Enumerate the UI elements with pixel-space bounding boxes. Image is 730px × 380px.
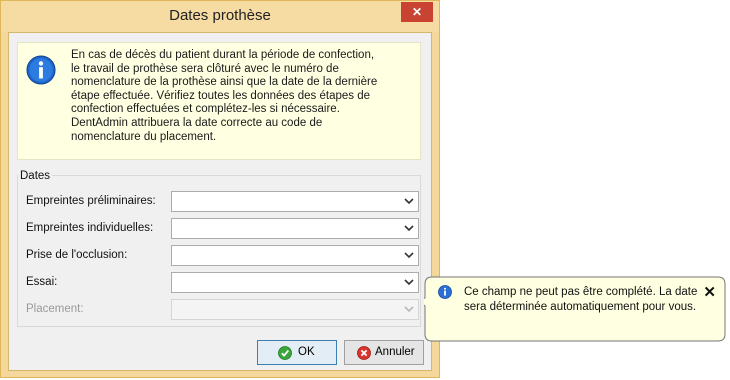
info-icon [26, 55, 56, 85]
field-label-placement: Placement: [26, 303, 84, 315]
empreintes-individuelles-dropdown[interactable] [171, 218, 419, 239]
chevron-down-icon [404, 279, 414, 286]
dialog-window: Dates prothèse ✕ En cas de décès du pati… [0, 0, 440, 378]
prise-occlusion-dropdown[interactable] [171, 245, 419, 266]
field-label-essai: Essai: [26, 276, 58, 288]
check-icon [278, 346, 292, 360]
field-label-prise-occlusion: Prise de l'occlusion: [26, 249, 128, 261]
window-close-button[interactable]: ✕ [401, 2, 433, 22]
field-label-empreintes-individuelles: Empreintes individuelles: [26, 222, 154, 234]
chevron-down-icon [404, 252, 414, 259]
dialog-body: En cas de décès du patient durant la pér… [8, 32, 432, 371]
info-icon [438, 285, 452, 299]
info-message: En cas de décès du patient durant la pér… [71, 49, 378, 143]
chevron-down-icon [404, 225, 414, 232]
info-tooltip: Ce champ ne peut pas être complété. La d… [424, 276, 726, 342]
field-label-empreintes-preliminaires: Empreintes préliminaires: [26, 195, 156, 207]
ok-button[interactable]: OK [257, 340, 337, 365]
info-panel: En cas de décès du patient durant la pér… [17, 42, 421, 160]
placement-dropdown [171, 299, 419, 320]
close-icon: ✕ [703, 284, 716, 301]
tooltip-message: Ce champ ne peut pas être complété. La d… [464, 286, 698, 313]
chevron-down-icon [404, 198, 414, 205]
cancel-label: Annuler [375, 346, 415, 358]
dates-group-title: Dates [18, 170, 53, 182]
close-icon: ✕ [411, 5, 423, 19]
essai-dropdown[interactable] [171, 272, 419, 293]
empreintes-preliminaires-dropdown[interactable] [171, 191, 419, 212]
chevron-down-icon [404, 306, 414, 313]
title-bar[interactable]: Dates prothèse ✕ [1, 1, 439, 32]
cancel-button[interactable]: Annuler [344, 340, 424, 365]
window-title: Dates prothèse [169, 7, 271, 24]
tooltip-close-button[interactable]: ✕ [703, 283, 716, 301]
cancel-icon [357, 346, 371, 360]
ok-label: OK [298, 346, 315, 358]
